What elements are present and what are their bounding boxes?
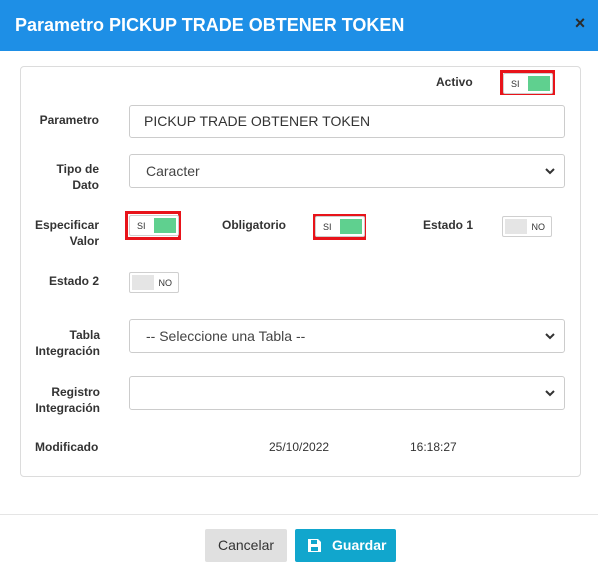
tipo-dato-value: Caracter: [146, 163, 200, 179]
save-icon: [308, 539, 321, 552]
modificado-date: 25/10/2022: [269, 440, 330, 454]
chevron-down-icon: [545, 333, 555, 340]
especificar-valor-label-line1: Especificar: [34, 218, 99, 232]
tipo-dato-label-line1: Tipo de: [56, 162, 99, 176]
dialog-title: Parametro PICKUP TRADE OBTENER TOKEN: [15, 15, 405, 35]
estado1-toggle[interactable]: NO: [502, 216, 552, 237]
estado1-label: Estado 1: [423, 218, 474, 232]
dialog-header: Parametro PICKUP TRADE OBTENER TOKEN ×: [0, 0, 598, 51]
tabla-integracion-select[interactable]: -- Seleccione una Tabla --: [129, 319, 565, 353]
activo-toggle[interactable]: SI: [503, 73, 553, 94]
parametro-input[interactable]: PICKUP TRADE OBTENER TOKEN: [129, 105, 565, 138]
modificado-label: Modificado: [35, 440, 99, 454]
close-icon[interactable]: ×: [571, 13, 589, 33]
especificar-valor-label-line2: Valor: [69, 234, 99, 248]
estado2-toggle-text: NO: [158, 278, 173, 288]
toggle-knob: [528, 76, 550, 91]
especificar-valor-toggle-text: SI: [137, 221, 146, 231]
obligatorio-toggle-text: SI: [323, 222, 332, 232]
tipo-dato-label-line2: Dato: [72, 178, 99, 192]
chevron-down-icon: [545, 168, 555, 175]
activo-label: Activo: [436, 75, 473, 89]
activo-toggle-text: SI: [511, 79, 520, 89]
estado2-toggle[interactable]: NO: [129, 272, 179, 293]
save-button-label: Guardar: [332, 537, 387, 553]
tabla-integracion-label-line1: Tabla: [69, 328, 100, 342]
estado2-label: Estado 2: [48, 274, 99, 288]
toggle-knob: [505, 219, 527, 234]
tabla-integracion-label: Tabla Integración: [30, 327, 100, 359]
tipo-dato-label: Tipo de Dato: [30, 161, 99, 193]
especificar-valor-toggle[interactable]: SI: [129, 215, 179, 236]
footer-divider: [0, 514, 598, 515]
parametro-label: Parametro: [39, 113, 99, 127]
cancel-button[interactable]: Cancelar: [205, 529, 287, 562]
save-button[interactable]: Guardar: [295, 529, 396, 562]
obligatorio-label: Obligatorio: [222, 218, 286, 232]
toggle-knob: [154, 218, 176, 233]
tipo-dato-select[interactable]: Caracter: [129, 154, 565, 188]
estado1-toggle-text: NO: [531, 222, 546, 232]
registro-integracion-label-line1: Registro: [51, 385, 100, 399]
tabla-integracion-label-line2: Integración: [35, 344, 100, 358]
toggle-knob: [340, 219, 362, 234]
chevron-down-icon: [545, 390, 555, 397]
registro-integracion-label-line2: Integración: [35, 401, 100, 415]
registro-integracion-select[interactable]: [129, 376, 565, 410]
toggle-knob: [132, 275, 154, 290]
tabla-integracion-value: -- Seleccione una Tabla --: [146, 328, 306, 344]
registro-integracion-label: Registro Integración: [30, 384, 100, 416]
especificar-valor-label: Especificar Valor: [30, 217, 99, 249]
obligatorio-toggle[interactable]: SI: [315, 216, 365, 237]
modificado-time: 16:18:27: [410, 440, 457, 454]
